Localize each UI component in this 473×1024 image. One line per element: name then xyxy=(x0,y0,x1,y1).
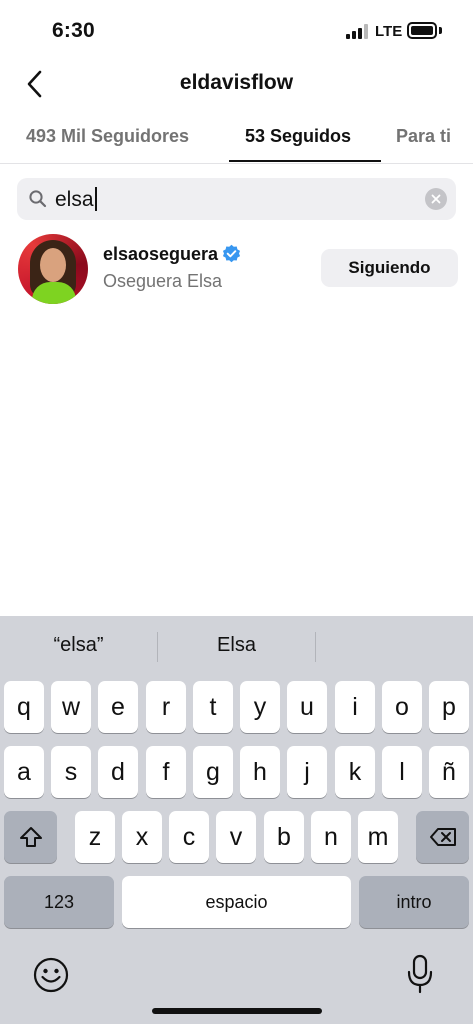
predictive-bar: “elsa” Elsa xyxy=(0,616,473,676)
emoji-button[interactable] xyxy=(32,956,70,994)
key-r[interactable]: r xyxy=(146,681,186,733)
suggestion-1[interactable]: “elsa” xyxy=(0,634,157,657)
key-t[interactable]: t xyxy=(193,681,233,733)
numbers-key[interactable]: 123 xyxy=(4,876,114,928)
tab-for-you[interactable]: Para ti xyxy=(396,126,451,147)
shift-key[interactable] xyxy=(4,811,57,863)
keyboard: “elsa” Elsa q w e r t y u i o p a s d f … xyxy=(0,616,473,1024)
key-c[interactable]: c xyxy=(169,811,209,863)
search-input-value: elsa xyxy=(55,188,94,211)
key-l[interactable]: l xyxy=(382,746,422,798)
status-time: 6:30 xyxy=(52,19,95,42)
key-q[interactable]: q xyxy=(4,681,44,733)
key-w[interactable]: w xyxy=(51,681,91,733)
battery-icon xyxy=(407,22,437,39)
backspace-icon xyxy=(429,828,456,846)
dictation-button[interactable] xyxy=(405,954,435,996)
key-v[interactable]: v xyxy=(216,811,256,863)
key-o[interactable]: o xyxy=(382,681,422,733)
verified-badge-icon xyxy=(223,244,241,263)
return-key[interactable]: intro xyxy=(359,876,469,928)
key-f[interactable]: f xyxy=(146,746,186,798)
key-s[interactable]: s xyxy=(51,746,91,798)
battery-cap xyxy=(439,27,442,34)
search-field[interactable]: elsa xyxy=(17,178,456,220)
key-m[interactable]: m xyxy=(358,811,398,863)
list-item[interactable]: elsaoseguera Oseguera Elsa Siguiendo xyxy=(0,232,473,304)
home-indicator[interactable] xyxy=(152,1008,322,1014)
suggestion-divider xyxy=(315,632,316,662)
key-n[interactable]: n xyxy=(311,811,351,863)
emoji-icon xyxy=(33,957,69,993)
microphone-icon xyxy=(407,954,433,994)
search-icon xyxy=(29,190,47,208)
avatar[interactable] xyxy=(18,234,88,304)
key-k[interactable]: k xyxy=(335,746,375,798)
search-input[interactable]: elsa xyxy=(55,187,97,212)
tab-bar: 493 Mil Seguidores 53 Seguidos Para ti xyxy=(0,116,473,164)
key-d[interactable]: d xyxy=(98,746,138,798)
key-x[interactable]: x xyxy=(122,811,162,863)
shift-icon xyxy=(19,827,42,847)
result-username: elsaoseguera xyxy=(103,244,241,265)
key-a[interactable]: a xyxy=(4,746,44,798)
following-button[interactable]: Siguiendo xyxy=(321,249,458,287)
close-icon xyxy=(431,194,441,204)
clear-search-button[interactable] xyxy=(425,188,447,210)
status-bar: 6:30 LTE xyxy=(0,0,473,62)
tab-followers[interactable]: 493 Mil Seguidores xyxy=(26,126,189,147)
page-title: eldavisflow xyxy=(179,71,294,94)
space-key[interactable]: espacio xyxy=(122,876,351,928)
key-g[interactable]: g xyxy=(193,746,233,798)
key-i[interactable]: i xyxy=(335,681,375,733)
result-full-name: Oseguera Elsa xyxy=(103,271,223,291)
tab-following[interactable]: 53 Seguidos xyxy=(245,126,351,147)
network-type: LTE xyxy=(375,23,403,40)
header: eldavisflow xyxy=(0,62,473,106)
key-z[interactable]: z xyxy=(75,811,115,863)
key-b[interactable]: b xyxy=(264,811,304,863)
username-text: elsaoseguera xyxy=(103,244,219,264)
key-n-tilde[interactable]: ñ xyxy=(429,746,469,798)
key-j[interactable]: j xyxy=(287,746,327,798)
key-y[interactable]: y xyxy=(240,681,280,733)
cellular-signal-icon xyxy=(346,24,370,39)
key-h[interactable]: h xyxy=(240,746,280,798)
key-e[interactable]: e xyxy=(98,681,138,733)
key-u[interactable]: u xyxy=(287,681,327,733)
suggestion-2[interactable]: Elsa xyxy=(158,634,315,657)
backspace-key[interactable] xyxy=(416,811,469,863)
active-tab-indicator xyxy=(229,160,381,162)
text-caret xyxy=(94,187,97,211)
key-p[interactable]: p xyxy=(429,681,469,733)
